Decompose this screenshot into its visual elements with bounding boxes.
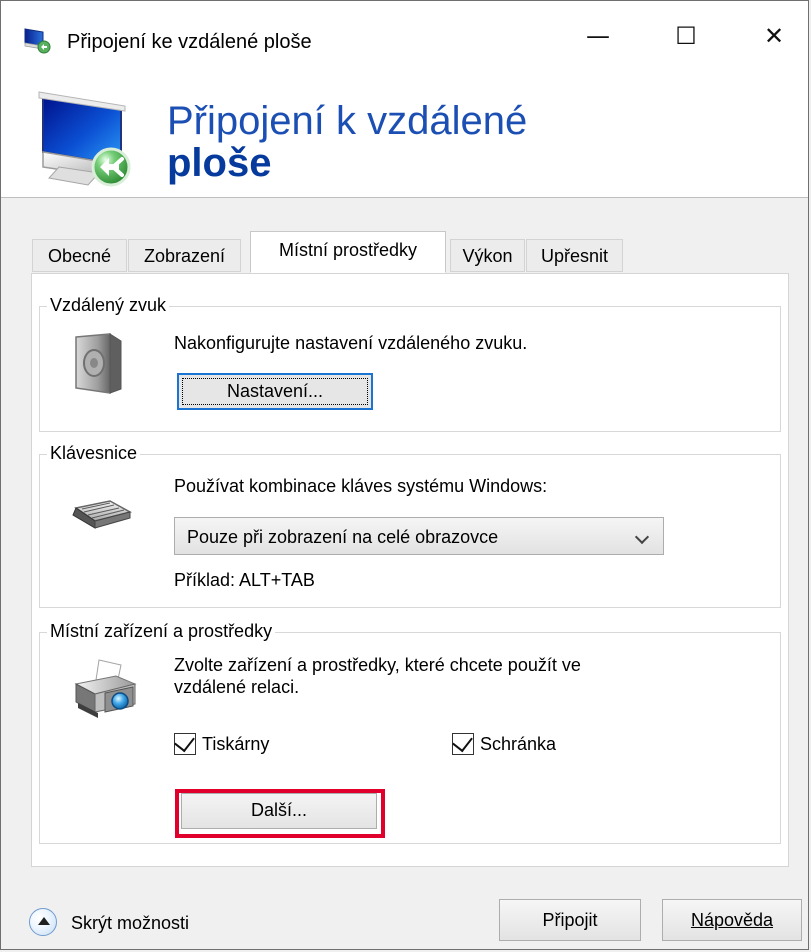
keyboard-description: Používat kombinace kláves systému Window… [174, 476, 548, 496]
local-devices-label: Místní zařízení a prostředky [47, 620, 276, 642]
local-devices-description-line-1: Zvolte zařízení a prostředky, které chce… [174, 655, 581, 675]
checkmark-icon [174, 730, 195, 753]
checkmark-icon [452, 730, 473, 753]
keyboard-label: Klávesnice [47, 442, 141, 464]
tab-advanced[interactable]: Upřesnit [526, 239, 623, 272]
minimize-button[interactable]: — [554, 1, 642, 71]
chevron-down-icon [634, 529, 650, 545]
remote-desktop-icon [24, 28, 51, 54]
tab-strip: Obecné Zobrazení Místní prostředky Výkon… [32, 231, 792, 274]
tab-performance[interactable]: Výkon [450, 239, 525, 272]
windows-key-combination-dropdown[interactable]: Pouze při zobrazení na celé obrazovce [174, 517, 664, 555]
speaker-icon [75, 333, 122, 394]
local-resources-panel: Vzdálený zvuk Nakonfigurujte nastavení v… [31, 273, 789, 867]
hide-options-arrow-button[interactable] [29, 908, 57, 936]
help-button[interactable]: Nápověda [662, 899, 802, 941]
clipboard-label[interactable]: Schránka [480, 733, 556, 755]
keyboard-icon [72, 500, 133, 529]
remote-desktop-monitor-icon [38, 91, 131, 187]
local-devices-description-line-2: vzdálené relaci. [174, 677, 300, 697]
close-button[interactable]: ✕ [730, 1, 808, 71]
audio-settings-button[interactable]: Nastavení... [177, 373, 373, 410]
remote-desktop-connection-window: Připojení ke vzdálené ploše — ☐ ✕ Připoj… [0, 0, 809, 950]
local-devices-group: Místní zařízení a prostředky Zvolte zaří… [39, 620, 781, 844]
keyboard-example: Příklad: ALT+TAB [174, 570, 315, 590]
windows-key-combination-value: Pouze při zobrazení na celé obrazovce [187, 527, 499, 547]
header-title-bold: ploše [167, 141, 272, 185]
tab-local-resources[interactable]: Místní prostředky [250, 231, 446, 273]
tab-display[interactable]: Zobrazení [128, 239, 241, 272]
clipboard-checkbox[interactable] [452, 730, 474, 755]
maximize-button[interactable]: ☐ [642, 1, 730, 71]
remote-audio-description: Nakonfigurujte nastavení vzdáleného zvuk… [174, 333, 528, 353]
dialog-header: Připojení k vzdálené ploše [1, 71, 808, 198]
title-bar: Připojení ke vzdálené ploše — ☐ ✕ [1, 1, 808, 71]
keyboard-group: Klávesnice Používat kombinace kláves sys… [39, 442, 781, 608]
printers-label[interactable]: Tiskárny [202, 733, 269, 755]
printer-camera-icon [74, 659, 137, 718]
hide-options-link[interactable]: Skrýt možnosti [71, 912, 189, 934]
remote-audio-label: Vzdálený zvuk [47, 294, 170, 316]
remote-audio-group: Vzdálený zvuk Nakonfigurujte nastavení v… [39, 294, 781, 432]
tab-general[interactable]: Obecné [32, 239, 127, 272]
connect-button[interactable]: Připojit [499, 899, 641, 941]
red-highlight-box [175, 789, 385, 838]
header-title-light: Připojení k vzdálené [167, 99, 528, 143]
printers-checkbox[interactable] [174, 730, 196, 755]
window-title: Připojení ke vzdálené ploše [67, 31, 312, 53]
